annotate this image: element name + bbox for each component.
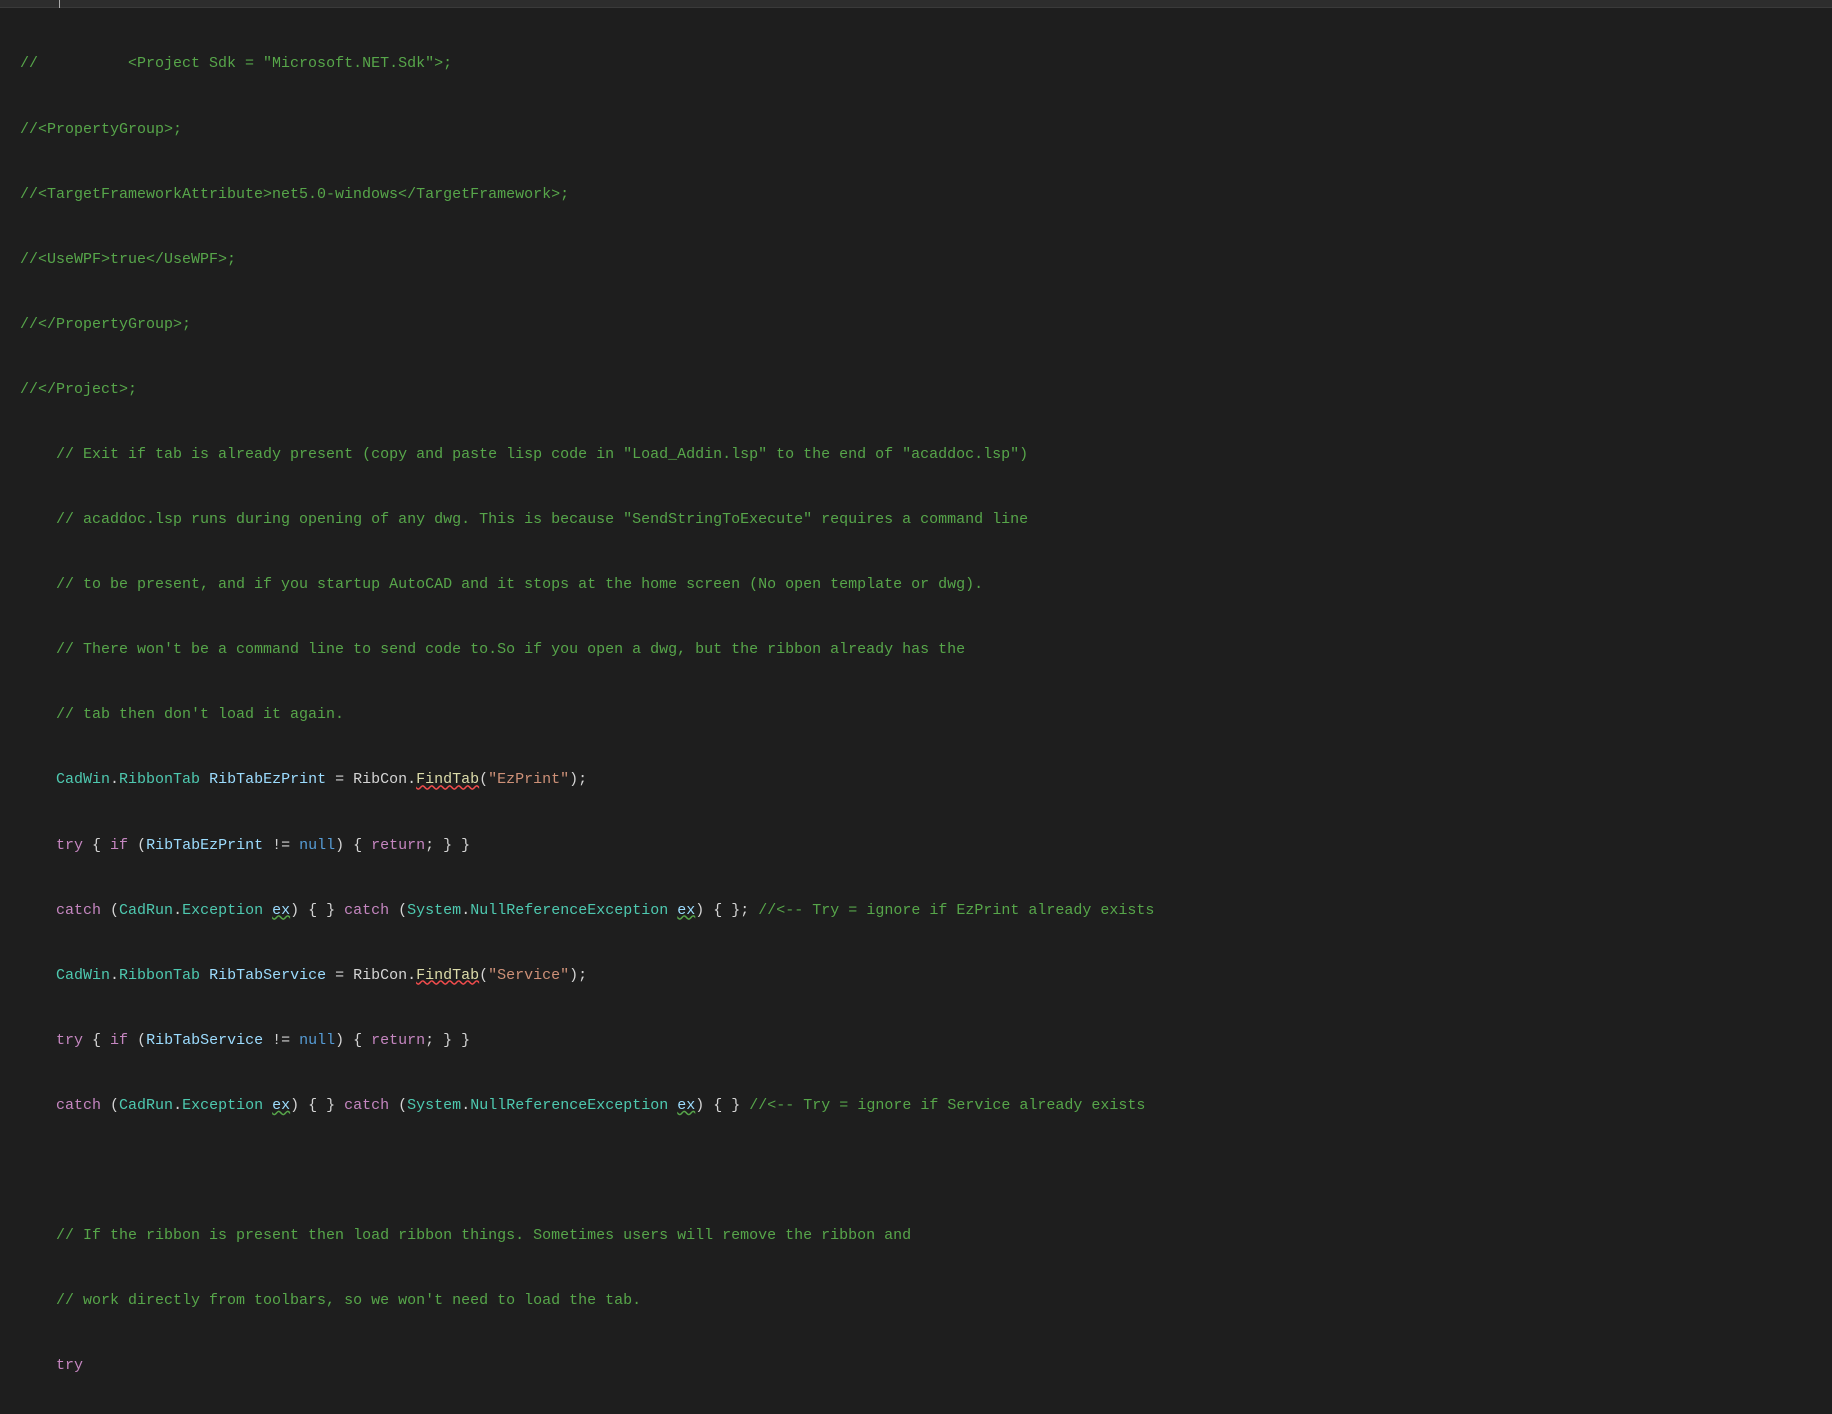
code-line[interactable]: catch (CadRun.Exception ex) { } catch (S… xyxy=(0,900,1832,922)
caret-indicator xyxy=(59,0,60,8)
type-ref: CadRun xyxy=(119,902,173,919)
type-ref: NullReferenceException xyxy=(470,1097,668,1114)
identifier: ex xyxy=(272,902,290,919)
identifier: ex xyxy=(677,902,695,919)
keyword: if xyxy=(110,1032,128,1049)
code-line[interactable]: //<TargetFrameworkAttribute>net5.0-windo… xyxy=(0,184,1832,206)
type-ref: RibbonTab xyxy=(119,771,200,788)
operator: = RibCon. xyxy=(326,771,416,788)
comment: //<-- Try = ignore if Service already ex… xyxy=(749,1097,1145,1114)
comment: // tab then don't load it again. xyxy=(56,706,344,723)
comment: // There won't be a command line to send… xyxy=(56,641,965,658)
comment: // to be present, and if you startup Aut… xyxy=(56,576,983,593)
code-line[interactable]: try { if (RibTabService != null) { retur… xyxy=(0,1030,1832,1052)
comment: //<TargetFrameworkAttribute>net5.0-windo… xyxy=(20,186,569,203)
type-ref: RibbonTab xyxy=(119,967,200,984)
identifier: RibTabService xyxy=(209,967,326,984)
code-line[interactable]: //<PropertyGroup>; xyxy=(0,119,1832,141)
keyword: null xyxy=(299,837,335,854)
comment: //</Project>; xyxy=(20,381,137,398)
code-line[interactable]: // acaddoc.lsp runs during opening of an… xyxy=(0,509,1832,531)
string-literal: "EzPrint" xyxy=(488,771,569,788)
type-ref: System xyxy=(407,1097,461,1114)
method-call: FindTab xyxy=(416,967,479,984)
keyword: catch xyxy=(56,902,101,919)
identifier: RibTabService xyxy=(146,1032,263,1049)
code-line[interactable] xyxy=(0,1160,1832,1182)
keyword: try xyxy=(56,1357,83,1374)
code-line[interactable]: CadWin.RibbonTab RibTabEzPrint = RibCon.… xyxy=(0,769,1832,791)
string-literal: "Service" xyxy=(488,967,569,984)
code-line[interactable]: //<UseWPF>true</UseWPF>; xyxy=(0,249,1832,271)
code-line[interactable]: CadWin.RibbonTab RibTabService = RibCon.… xyxy=(0,965,1832,987)
comment: //</PropertyGroup>; xyxy=(20,316,191,333)
keyword: return xyxy=(371,1032,425,1049)
identifier: RibTabEzPrint xyxy=(146,837,263,854)
operator: = RibCon. xyxy=(326,967,416,984)
operator: != xyxy=(263,837,299,854)
comment: <Project Sdk = "Microsoft.NET.Sdk">; xyxy=(128,55,452,72)
keyword: try xyxy=(56,1032,83,1049)
keyword: return xyxy=(371,837,425,854)
type-ref: NullReferenceException xyxy=(470,902,668,919)
type-ref: Exception xyxy=(182,1097,263,1114)
keyword: if xyxy=(110,837,128,854)
type-ref: CadRun xyxy=(119,1097,173,1114)
comment: //<UseWPF>true</UseWPF>; xyxy=(20,251,236,268)
keyword: try xyxy=(56,837,83,854)
code-line[interactable]: //</Project>; xyxy=(0,379,1832,401)
type-ref: System xyxy=(407,902,461,919)
comment: //<-- Try = ignore if EzPrint already ex… xyxy=(758,902,1154,919)
code-line[interactable]: // to be present, and if you startup Aut… xyxy=(0,574,1832,596)
code-editor[interactable]: // <Project Sdk = "Microsoft.NET.Sdk">; … xyxy=(0,8,1832,1414)
code-line[interactable]: //</PropertyGroup>; xyxy=(0,314,1832,336)
code-line[interactable]: // work directly from toolbars, so we wo… xyxy=(0,1290,1832,1312)
code-line[interactable]: try xyxy=(0,1355,1832,1377)
code-line[interactable]: catch (CadRun.Exception ex) { } catch (S… xyxy=(0,1095,1832,1117)
keyword: null xyxy=(299,1032,335,1049)
editor-top-border xyxy=(0,0,1832,8)
identifier: ex xyxy=(272,1097,290,1114)
comment: // Exit if tab is already present (copy … xyxy=(56,446,1028,463)
comment: // xyxy=(20,55,38,72)
operator: != xyxy=(263,1032,299,1049)
keyword: catch xyxy=(344,902,389,919)
code-line[interactable]: // Exit if tab is already present (copy … xyxy=(0,444,1832,466)
type-ref: Exception xyxy=(182,902,263,919)
comment: //<PropertyGroup>; xyxy=(20,121,182,138)
type-ref: CadWin xyxy=(56,967,110,984)
keyword: catch xyxy=(56,1097,101,1114)
identifier: ex xyxy=(677,1097,695,1114)
method-call: FindTab xyxy=(416,771,479,788)
code-line[interactable]: // If the ribbon is present then load ri… xyxy=(0,1225,1832,1247)
code-line[interactable]: // <Project Sdk = "Microsoft.NET.Sdk">; xyxy=(0,53,1832,75)
comment: // If the ribbon is present then load ri… xyxy=(56,1227,911,1244)
code-line[interactable]: // tab then don't load it again. xyxy=(0,704,1832,726)
type-ref: CadWin xyxy=(56,771,110,788)
code-line[interactable]: try { if (RibTabEzPrint != null) { retur… xyxy=(0,835,1832,857)
code-line[interactable]: // There won't be a command line to send… xyxy=(0,639,1832,661)
identifier: RibTabEzPrint xyxy=(209,771,326,788)
comment: // work directly from toolbars, so we wo… xyxy=(56,1292,641,1309)
keyword: catch xyxy=(344,1097,389,1114)
comment: // acaddoc.lsp runs during opening of an… xyxy=(56,511,1028,528)
